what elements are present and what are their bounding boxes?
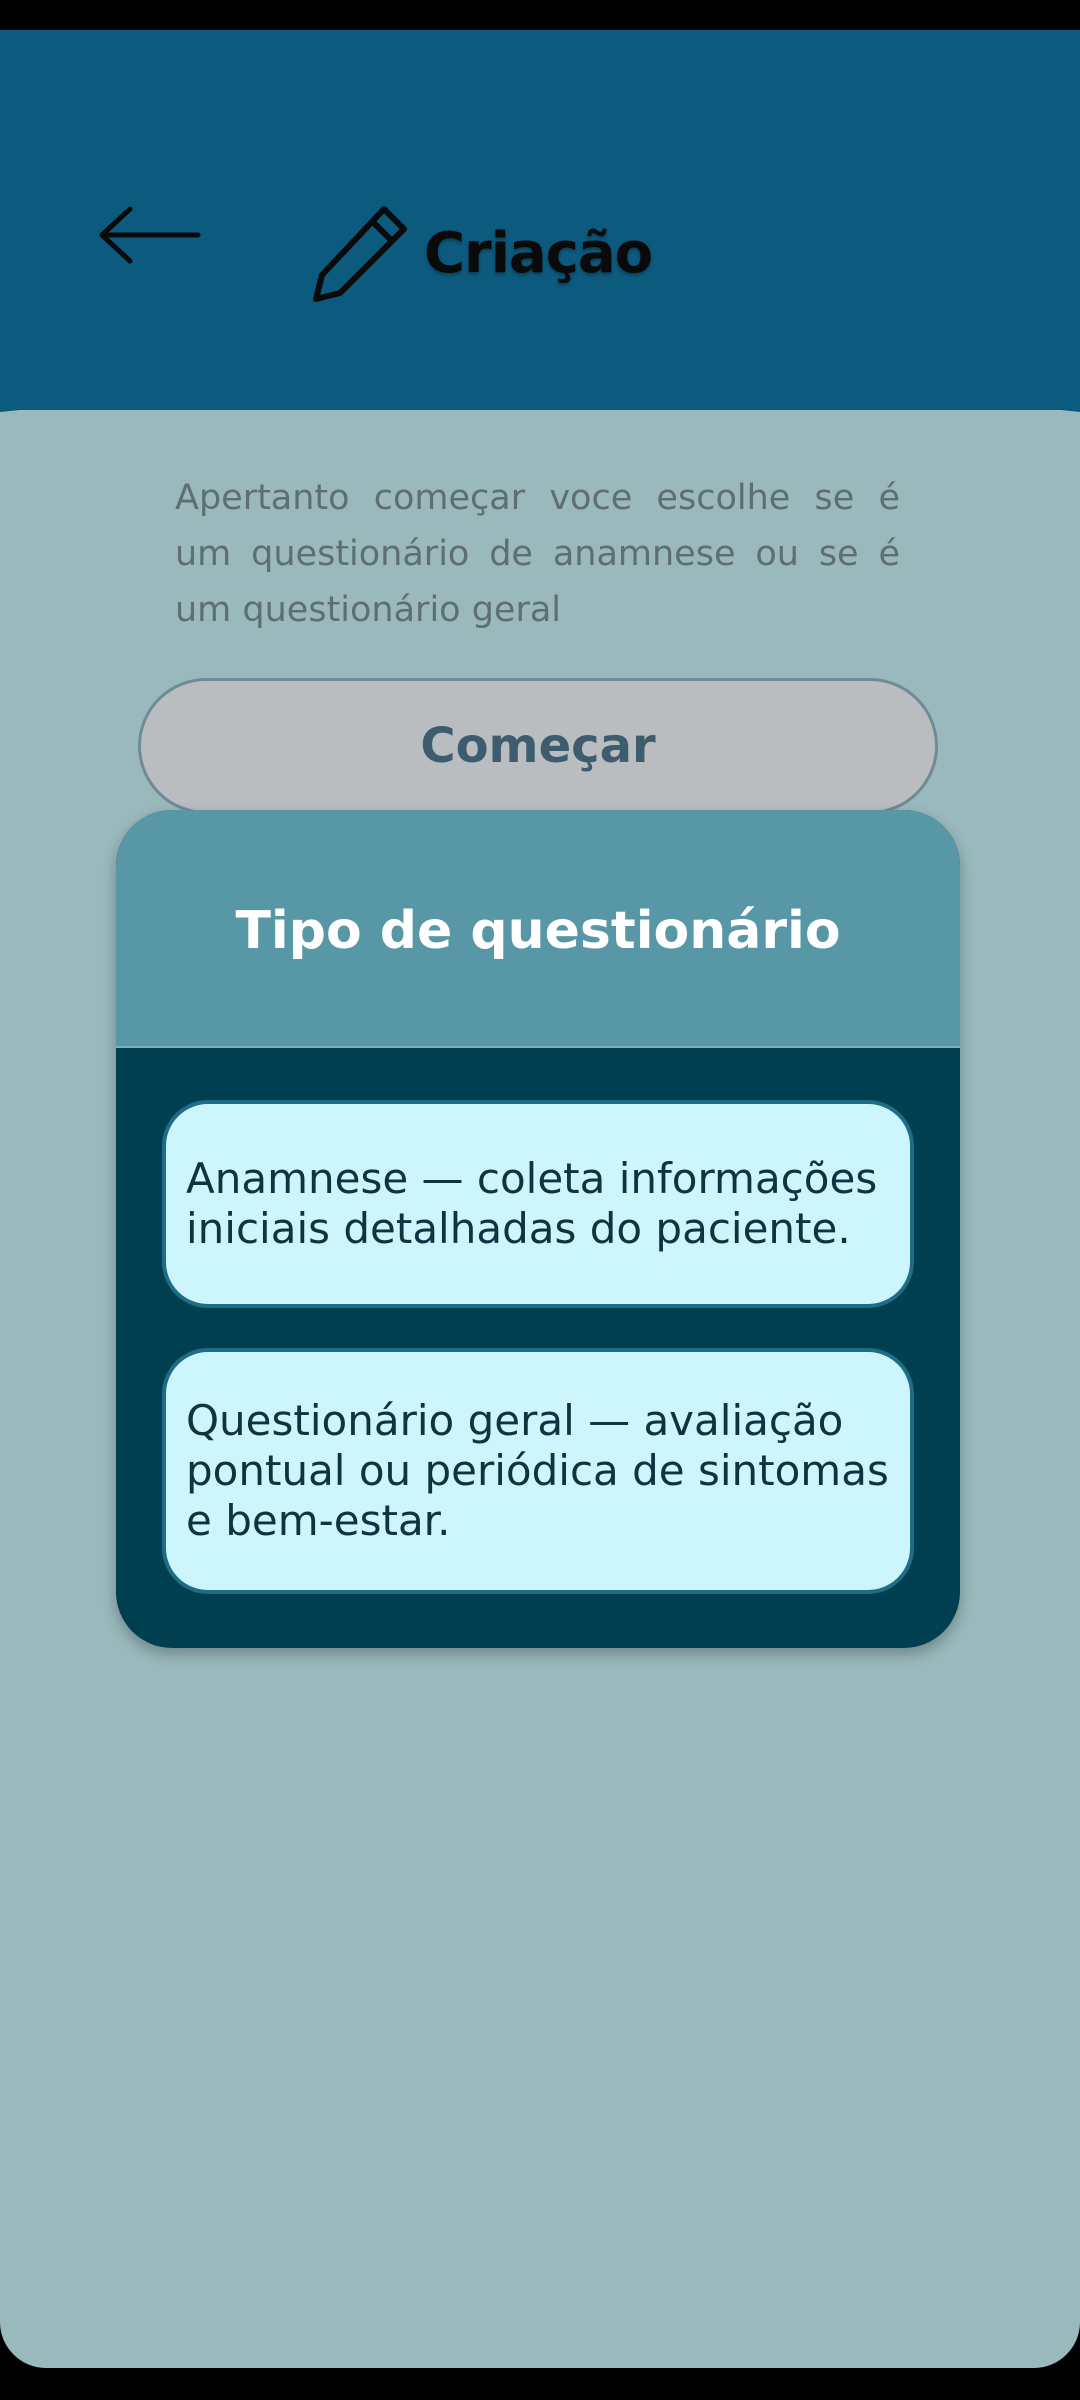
start-button[interactable]: Começar: [138, 678, 938, 814]
option-anamnese[interactable]: Anamnese — coleta informações iniciais d…: [162, 1100, 914, 1308]
dialog-header: Tipo de questionário: [116, 810, 960, 1048]
app-screen: Criação Apertanto começar voce escolhe s…: [0, 30, 1080, 2368]
option-label: Anamnese — coleta informações iniciais d…: [186, 1154, 878, 1253]
option-label: Questionário geral — avaliação pontual o…: [186, 1396, 889, 1545]
header-curve: [0, 360, 1080, 412]
arrow-left-icon: [99, 206, 201, 264]
back-button[interactable]: [90, 200, 210, 270]
dialog-title: Tipo de questionário: [235, 901, 841, 961]
pencil-icon: [313, 206, 407, 302]
page-title: Criação: [424, 220, 653, 286]
title-group: Criação: [310, 198, 653, 308]
header-bar: Criação: [0, 30, 1080, 410]
option-general-questionnaire[interactable]: Questionário geral — avaliação pontual o…: [162, 1348, 914, 1594]
description-text: Apertanto começar voce escolhe se é um q…: [175, 478, 900, 630]
questionnaire-type-dialog: Tipo de questionário Anamnese — coleta i…: [116, 810, 960, 1648]
